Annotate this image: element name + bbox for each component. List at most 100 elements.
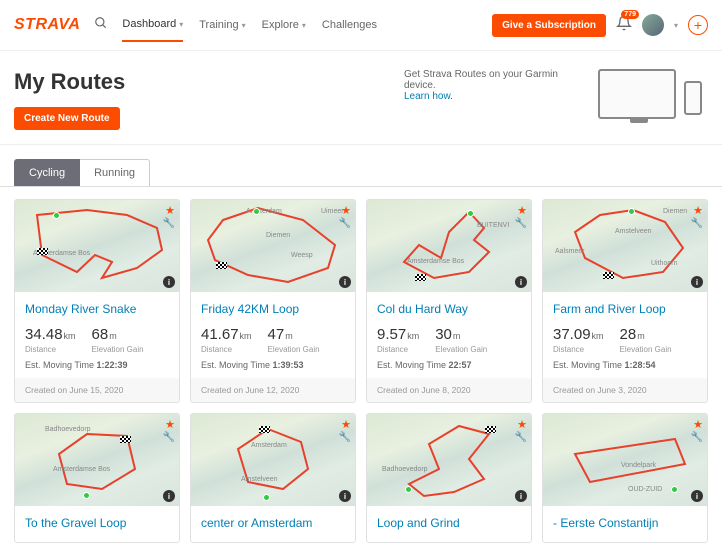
nav-explore[interactable]: Explore▾ (262, 9, 306, 41)
page-header-section: My Routes Create New Route Get Strava Ro… (0, 51, 722, 145)
promo-text: Get Strava Routes on your Garmin device. (404, 69, 558, 91)
elevation-value: 30 (435, 326, 452, 343)
elevation-value: 68 (92, 326, 109, 343)
create-route-button[interactable]: Create New Route (14, 107, 120, 130)
est-moving-time: Est. Moving Time 22:57 (377, 360, 521, 370)
created-date: Created on June 12, 2020 (191, 378, 355, 402)
garmin-promo: Get Strava Routes on your Garmin device.… (404, 69, 708, 130)
route-name-link[interactable]: Monday River Snake (25, 302, 169, 316)
nav-challenges[interactable]: Challenges (322, 9, 377, 41)
upload-plus-icon[interactable]: + (688, 15, 708, 35)
star-icon[interactable]: ★ (517, 418, 527, 431)
wrench-icon[interactable]: 🔧 (691, 218, 703, 229)
route-name-link[interactable]: - Eerste Constantijn (553, 516, 697, 530)
strava-logo[interactable]: STRAVA (14, 16, 80, 34)
finish-flag-icon (485, 426, 496, 433)
chevron-down-icon: ▾ (179, 20, 183, 29)
tab-running[interactable]: Running (80, 159, 150, 186)
route-map-thumbnail[interactable]: Badhoevedorp ★ 🔧 i (367, 414, 531, 506)
star-icon[interactable]: ★ (165, 418, 175, 431)
distance-value: 41.67 (201, 326, 239, 343)
route-card: Amsterdamse Bos Badhoevedorp ★ 🔧 i To th… (14, 413, 180, 543)
promo-illustration (598, 69, 708, 127)
wrench-icon[interactable]: 🔧 (515, 432, 527, 443)
finish-flag-icon (415, 274, 426, 281)
info-icon[interactable]: i (339, 490, 351, 502)
star-icon[interactable]: ★ (517, 204, 527, 217)
created-date: Created on June 15, 2020 (15, 378, 179, 402)
distance-label: Distance (25, 345, 76, 354)
give-subscription-button[interactable]: Give a Subscription (492, 14, 606, 37)
notifications-icon[interactable]: 779 (616, 15, 632, 36)
distance-label: Distance (201, 345, 252, 354)
elevation-label: Elevation Gain (92, 345, 144, 354)
star-icon[interactable]: ★ (693, 418, 703, 431)
route-card: Vondelpark OUD-ZUID ★ 🔧 i - Eerste Const… (542, 413, 708, 543)
star-icon[interactable]: ★ (341, 418, 351, 431)
wrench-icon[interactable]: 🔧 (691, 432, 703, 443)
wrench-icon[interactable]: 🔧 (515, 218, 527, 229)
routes-grid: Amsterdamse Bos ★ 🔧 i Monday River Snake… (0, 187, 722, 555)
info-icon[interactable]: i (691, 490, 703, 502)
finish-flag-icon (216, 262, 227, 269)
est-moving-time: Est. Moving Time 1:22:39 (25, 360, 169, 370)
elevation-value: 28 (620, 326, 637, 343)
start-marker-icon (83, 492, 90, 499)
route-map-thumbnail[interactable]: Amsterdamse Bos BUITENVI ★ 🔧 i (367, 200, 531, 292)
route-map-thumbnail[interactable]: Amsterdamse Bos Badhoevedorp ★ 🔧 i (15, 414, 179, 506)
route-name-link[interactable]: Loop and Grind (377, 516, 521, 530)
elevation-label: Elevation Gain (620, 345, 672, 354)
route-card: Amstelveen AalsmeerUithoornDiemen ★ 🔧 i … (542, 199, 708, 403)
route-map-thumbnail[interactable]: Amsterdamse Bos ★ 🔧 i (15, 200, 179, 292)
elevation-label: Elevation Gain (435, 345, 487, 354)
wrench-icon[interactable]: 🔧 (339, 432, 351, 443)
info-icon[interactable]: i (515, 490, 527, 502)
finish-flag-icon (603, 272, 614, 279)
route-card: Amsterdamse Bos BUITENVI ★ 🔧 i Col du Ha… (366, 199, 532, 403)
info-icon[interactable]: i (691, 276, 703, 288)
wrench-icon[interactable]: 🔧 (163, 218, 175, 229)
finish-flag-icon (37, 248, 48, 255)
wrench-icon[interactable]: 🔧 (339, 218, 351, 229)
star-icon[interactable]: ★ (165, 204, 175, 217)
route-map-thumbnail[interactable]: Amsterdam Amstelveen ★ 🔧 i (191, 414, 355, 506)
info-icon[interactable]: i (163, 490, 175, 502)
info-icon[interactable]: i (515, 276, 527, 288)
distance-value: 37.09 (553, 326, 591, 343)
distance-value: 9.57 (377, 326, 406, 343)
route-map-thumbnail[interactable]: Vondelpark OUD-ZUID ★ 🔧 i (543, 414, 707, 506)
chevron-down-icon[interactable]: ▾ (674, 21, 678, 30)
route-card: Amsterdam DiemenWeespUimeer ★ 🔧 i Friday… (190, 199, 356, 403)
search-icon[interactable] (94, 16, 108, 35)
route-map-thumbnail[interactable]: Amstelveen AalsmeerUithoornDiemen ★ 🔧 i (543, 200, 707, 292)
route-name-link[interactable]: Farm and River Loop (553, 302, 697, 316)
info-icon[interactable]: i (163, 276, 175, 288)
activity-tabs: Cycling Running (0, 145, 722, 187)
chevron-down-icon: ▾ (242, 21, 246, 30)
start-marker-icon (467, 210, 474, 217)
wrench-icon[interactable]: 🔧 (163, 432, 175, 443)
elevation-value: 47 (268, 326, 285, 343)
start-marker-icon (263, 494, 270, 501)
nav-dashboard[interactable]: Dashboard▾ (122, 8, 183, 42)
route-name-link[interactable]: To the Gravel Loop (25, 516, 169, 530)
chevron-down-icon: ▾ (302, 21, 306, 30)
nav-training[interactable]: Training▾ (199, 9, 245, 41)
finish-flag-icon (259, 426, 270, 433)
route-name-link[interactable]: Col du Hard Way (377, 302, 521, 316)
route-map-thumbnail[interactable]: Amsterdam DiemenWeespUimeer ★ 🔧 i (191, 200, 355, 292)
route-name-link[interactable]: center or Amsterdam (201, 516, 345, 530)
star-icon[interactable]: ★ (693, 204, 703, 217)
notification-badge: 779 (621, 10, 639, 19)
elevation-label: Elevation Gain (268, 345, 320, 354)
promo-learn-link[interactable]: Learn how. (404, 91, 453, 102)
created-date: Created on June 8, 2020 (367, 378, 531, 402)
tab-cycling[interactable]: Cycling (14, 159, 80, 186)
info-icon[interactable]: i (339, 276, 351, 288)
route-name-link[interactable]: Friday 42KM Loop (201, 302, 345, 316)
star-icon[interactable]: ★ (341, 204, 351, 217)
created-date: Created on June 3, 2020 (543, 378, 707, 402)
main-nav: Dashboard▾ Training▾ Explore▾ Challenges (122, 8, 377, 42)
avatar[interactable] (642, 14, 664, 36)
route-card: Amsterdam Amstelveen ★ 🔧 i center or Ams… (190, 413, 356, 543)
